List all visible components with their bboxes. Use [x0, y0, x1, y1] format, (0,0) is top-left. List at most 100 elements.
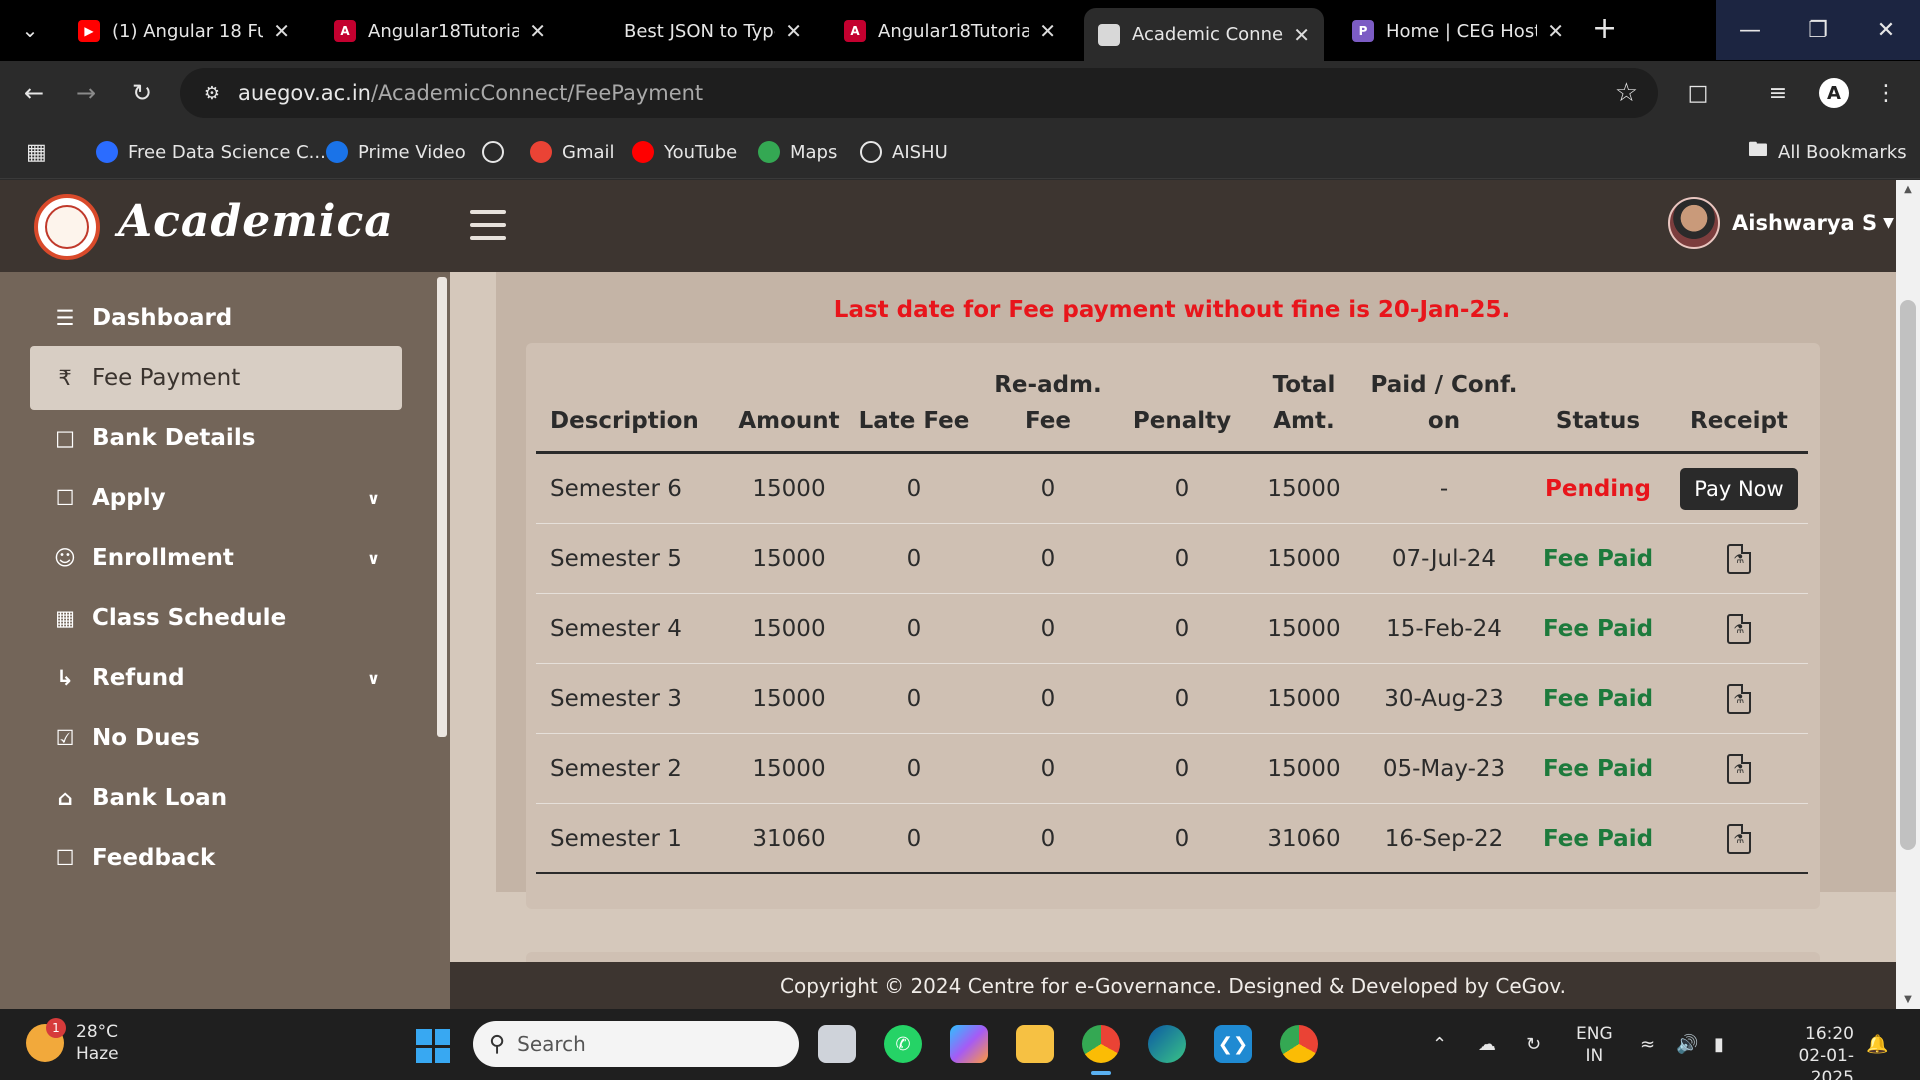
browser-tab[interactable]: P Home | CEG Hoste ✕ [1338, 8, 1578, 54]
weather-temp: 28°C [76, 1022, 119, 1042]
status-badge: Fee Paid [1542, 826, 1654, 852]
status-badge: Fee Paid [1542, 616, 1654, 642]
brand-title[interactable]: Academica [118, 196, 394, 247]
sidebar-item-dashboard[interactable]: ☰ Dashboard [30, 286, 402, 350]
browser-tab[interactable]: Academic Connect ✕ [1084, 8, 1324, 61]
bank-icon: ⌂ [57, 786, 73, 810]
bookmark-item[interactable]: AISHU [860, 138, 948, 166]
browser-tab[interactable]: A Angular18Tutorial ✕ [320, 8, 560, 54]
cell-penalty: 0 [1174, 756, 1190, 782]
show-hidden-icons-chevron-icon[interactable]: ⌃ [1432, 1009, 1447, 1080]
tab-search-chevron-icon[interactable]: ⌄ [12, 12, 48, 48]
apps-grid-icon[interactable]: ▦ [26, 138, 47, 166]
sidebar-item-bank-loan[interactable]: ⌂ Bank Loan [30, 766, 402, 830]
globe-icon [482, 141, 504, 163]
close-window-icon[interactable]: ✕ [1852, 0, 1920, 60]
scrollbar-thumb[interactable] [1900, 300, 1916, 850]
sync-icon[interactable]: ↻ [1526, 1009, 1541, 1080]
whatsapp-icon[interactable]: ✆ [884, 1025, 922, 1063]
taskbar-search[interactable]: ⚲ Search [473, 1021, 799, 1067]
cell-readm-fee: 0 [1040, 546, 1056, 572]
sidebar-item-label: Refund [92, 665, 185, 691]
sidebar-item-apply[interactable]: ☐ Apply ∨ [30, 466, 402, 530]
close-tab-icon[interactable]: ✕ [529, 19, 546, 43]
sidebar-item-no-dues[interactable]: ☑ No Dues [30, 706, 402, 770]
hamburger-menu-icon[interactable] [470, 210, 506, 240]
system-clock[interactable]: 16:20 02-01-2025 [1758, 1023, 1854, 1080]
onedrive-cloud-icon[interactable]: ☁ [1478, 1009, 1496, 1080]
browser-tab[interactable]: A Angular18Tutorial ✕ [830, 8, 1070, 54]
start-windows-icon[interactable] [416, 1029, 450, 1063]
scroll-up-icon[interactable]: ▲ [1896, 184, 1920, 195]
chrome-profile-icon[interactable] [1280, 1025, 1318, 1063]
sidebar-item-bank-details[interactable]: □ Bank Details [30, 406, 402, 470]
bookmark-item[interactable]: YouTube [632, 138, 737, 166]
bookmark-item[interactable]: Free Data Science C... [96, 138, 326, 166]
extensions-puzzle-icon[interactable]: □ [1680, 75, 1716, 111]
close-tab-icon[interactable]: ✕ [1293, 23, 1310, 47]
status-badge: Fee Paid [1542, 546, 1654, 572]
cell-total: 15000 [1267, 686, 1341, 712]
battery-icon[interactable]: ▮ [1714, 1009, 1724, 1080]
pdf-receipt-icon[interactable]: ⚗ [1727, 544, 1751, 574]
bookmark-item[interactable]: Gmail [530, 138, 615, 166]
copilot-icon[interactable] [950, 1025, 988, 1063]
cell-late-fee: 0 [906, 756, 922, 782]
cell-receipt: Pay Now [1674, 454, 1804, 524]
p-icon: P [1352, 20, 1374, 42]
restore-icon[interactable]: ❐ [1784, 0, 1852, 60]
close-tab-icon[interactable]: ✕ [1039, 19, 1056, 43]
address-bar[interactable]: ⚙ auegov.ac.in/AcademicConnect/FeePaymen… [180, 68, 1658, 118]
minimize-icon[interactable]: — [1716, 0, 1784, 60]
bookmark-item[interactable]: Maps [758, 138, 837, 166]
bookmark-item[interactable] [482, 138, 514, 166]
pay-now-button[interactable]: Pay Now [1680, 468, 1798, 510]
column-header-line: Description [550, 408, 699, 434]
site-settings-icon[interactable]: ⚙ [192, 83, 232, 104]
task-view-icon[interactable] [818, 1025, 856, 1063]
all-bookmarks-button[interactable]: 🖿 All Bookmarks [1748, 137, 1907, 166]
chrome-icon[interactable] [1082, 1025, 1120, 1075]
sidebar-item-fee-payment[interactable]: ₹ Fee Payment [30, 346, 402, 410]
back-arrow-icon[interactable]: ← [16, 75, 52, 111]
pdf-receipt-icon[interactable]: ⚗ [1727, 684, 1751, 714]
browser-tab[interactable]: Best JSON to Type ✕ [576, 8, 816, 54]
browser-tab[interactable]: ▶ (1) Angular 18 Full ✕ [64, 8, 304, 54]
sidebar-item-enrollment[interactable]: ☺ Enrollment ∨ [30, 526, 402, 590]
weather-widget[interactable]: 1 28°C Haze [26, 1018, 119, 1065]
forward-arrow-icon[interactable]: → [68, 75, 104, 111]
user-menu[interactable]: Aishwarya S ▼ [1668, 197, 1894, 249]
sidebar-item-refund[interactable]: ↳ Refund ∨ [30, 646, 402, 710]
sidebar-scrollbar[interactable] [437, 277, 447, 737]
close-tab-icon[interactable]: ✕ [785, 19, 802, 43]
new-tab-button[interactable]: + [1592, 14, 1617, 44]
pdf-receipt-icon[interactable]: ⚗ [1727, 614, 1751, 644]
sidebar-item-class-schedule[interactable]: ▦ Class Schedule [30, 586, 402, 650]
wifi-icon[interactable]: ≈ [1640, 1009, 1655, 1080]
profile-icon[interactable]: A [1816, 75, 1852, 111]
page-scrollbar[interactable]: ▲ ▼ [1896, 180, 1920, 1009]
edge-icon[interactable] [1148, 1025, 1186, 1063]
close-tab-icon[interactable]: ✕ [1547, 19, 1564, 43]
reload-icon[interactable]: ↻ [124, 75, 160, 111]
file-explorer-icon[interactable] [1016, 1025, 1054, 1063]
university-logo[interactable] [34, 194, 100, 260]
language-indicator[interactable]: ENG IN [1576, 1023, 1613, 1067]
chevron-down-icon: ∨ [367, 488, 380, 508]
bookmark-label: YouTube [664, 141, 738, 163]
volume-icon[interactable]: 🔊 [1676, 1009, 1698, 1080]
sidebar-item-feedback[interactable]: ☐ Feedback [30, 826, 402, 890]
more-menu-icon[interactable]: ⋮ [1868, 75, 1904, 111]
scroll-down-icon[interactable]: ▼ [1896, 994, 1920, 1005]
table-row: Semester 5 15000 0 0 0 15000 07-Jul-24 Fee Paid… [536, 524, 1808, 594]
pdf-receipt-icon[interactable]: ⚗ [1727, 824, 1751, 854]
bookmark-star-icon[interactable]: ☆ [1615, 78, 1638, 108]
vscode-icon[interactable]: ❮❯ [1214, 1025, 1252, 1063]
media-queue-icon[interactable]: ≡ [1760, 75, 1796, 111]
cell-status: Fee Paid [1533, 804, 1663, 874]
close-tab-icon[interactable]: ✕ [273, 19, 290, 43]
pdf-receipt-icon[interactable]: ⚗ [1727, 754, 1751, 784]
cell-status: Fee Paid [1533, 734, 1663, 804]
notification-bell-icon[interactable]: 🔔 [1866, 1009, 1888, 1080]
bookmark-item[interactable]: Prime Video [326, 138, 466, 166]
